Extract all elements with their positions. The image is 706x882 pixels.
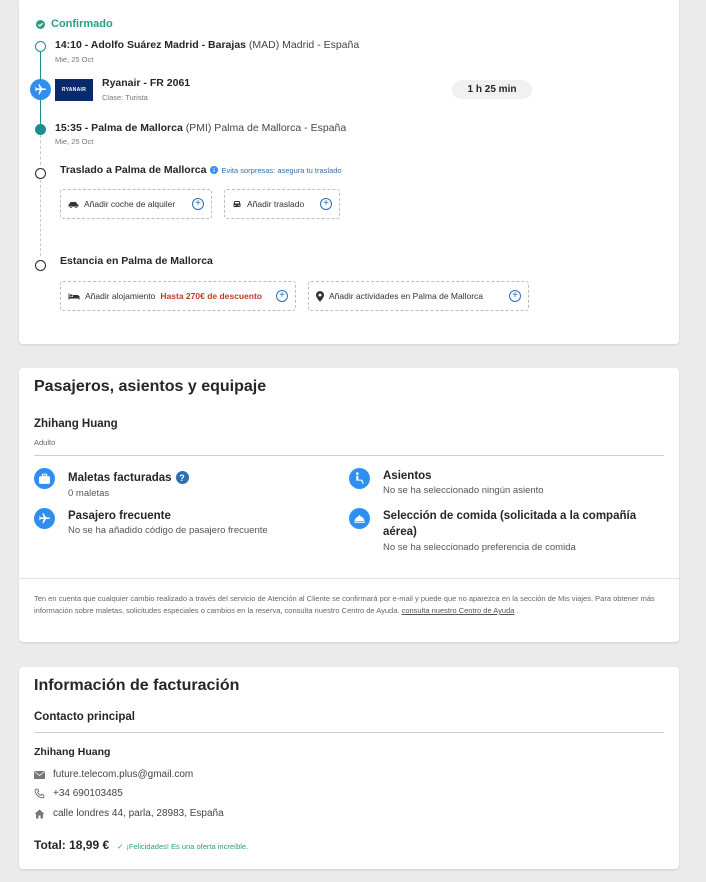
timeline-dashed-line: [40, 180, 41, 256]
add-activities-button[interactable]: Añadir actividades en Palma de Mallorca …: [308, 281, 529, 311]
timeline-dashed-line: [40, 135, 41, 165]
contact-email: future.telecom.plus@gmail.com: [53, 769, 194, 780]
departure-title: 14:10 - Adolfo Suárez Madrid - Barajas (…: [55, 39, 359, 51]
confirmed-status: Confirmado: [36, 18, 113, 30]
add-transfer-button[interactable]: Añadir traslado +: [224, 189, 340, 219]
phone-row: +34 690103485: [34, 788, 123, 799]
location-pin-icon: [316, 290, 324, 302]
plus-icon: +: [320, 198, 332, 210]
suitcase-icon: [34, 468, 55, 489]
seats-title: Asientos: [383, 470, 432, 482]
arrival-time-airport: 15:35 - Palma de Mallorca: [55, 122, 183, 134]
departure-place: (MAD) Madrid - España: [248, 39, 360, 51]
seats-value: No se ha seleccionado ningún asiento: [383, 485, 544, 496]
add-rental-car-label: Añadir coche de alquiler: [84, 199, 176, 209]
add-activities-label: Añadir actividades en Palma de Mallorca: [329, 291, 484, 301]
arrival-node: [35, 124, 46, 135]
email-row: future.telecom.plus@gmail.com: [34, 769, 193, 780]
arrival-place: (PMI) Palma de Mallorca - España: [185, 122, 347, 134]
bed-icon: [68, 292, 80, 300]
add-accommodation-button[interactable]: Añadir alojamiento Hasta 270€ de descuen…: [60, 281, 296, 311]
contact-divider: [34, 732, 664, 733]
plus-icon: +: [276, 290, 288, 302]
transfer-note[interactable]: Evita sorpresas: asegura tu traslado: [210, 165, 342, 175]
passenger-name: Zhihang Huang: [34, 418, 118, 430]
checked-bags-item[interactable]: Maletas facturadas? 0 maletas: [68, 470, 189, 499]
mail-icon: [34, 770, 45, 779]
car-icon: [68, 200, 79, 208]
transfer-note-text: Evita sorpresas: asegura tu traslado: [221, 165, 342, 175]
disclaimer-text: Ten en cuenta que cualquier cambio reali…: [34, 594, 655, 615]
airline-logo: RYANAIR: [55, 79, 93, 101]
plane-icon: [30, 79, 51, 100]
contact-address: calle londres 44, parla, 28983, España: [53, 808, 224, 819]
add-transfer-label: Añadir traslado: [247, 199, 305, 209]
departure-node: [35, 41, 46, 52]
passenger-divider: [34, 455, 664, 456]
meal-icon: [349, 508, 370, 529]
meal-selection-title: Selección de comida (solicitada a la com…: [383, 510, 637, 538]
disclaimer: Ten en cuenta que cualquier cambio reali…: [34, 593, 664, 617]
flight-name: Ryanair - FR 2061: [102, 77, 191, 89]
home-icon: [34, 809, 45, 819]
info-icon: [210, 166, 219, 174]
itinerary-card: Confirmado 14:10 - Adolfo Suárez Madrid …: [19, 0, 679, 344]
arrival-date: Mie, 25 Oct: [55, 137, 94, 146]
help-icon[interactable]: ?: [175, 471, 189, 485]
seat-icon: [349, 468, 370, 489]
help-center-link[interactable]: consulta nuestro Centro de Ayuda: [402, 606, 515, 615]
passengers-card: Pasajeros, asientos y equipaje Zhihang H…: [19, 368, 679, 642]
taxi-icon: [232, 199, 242, 209]
passenger-type: Adulto: [34, 438, 56, 447]
flight-duration-badge: 1 h 25 min: [452, 80, 532, 99]
frequent-flyer-value: No se ha añadido código de pasajero frec…: [68, 525, 268, 536]
meal-selection-value: No se ha seleccionado preferencia de com…: [383, 542, 576, 553]
frequent-flyer-title: Pasajero frecuente: [68, 510, 171, 522]
departure-time-airport: 14:10 - Adolfo Suárez Madrid - Barajas: [55, 39, 246, 51]
plane-icon: [34, 508, 55, 529]
discount-label: Hasta 270€ de descuento: [160, 291, 262, 301]
checked-bags-value: 0 maletas: [68, 488, 110, 499]
total-price: Total: 18,99 €: [34, 838, 110, 852]
arrival-title: 15:35 - Palma de Mallorca (PMI) Palma de…: [55, 122, 346, 134]
add-rental-car-button[interactable]: Añadir coche de alquiler +: [60, 189, 212, 219]
checked-bags-label: Maletas facturadas: [68, 472, 172, 484]
billing-card: Información de facturación Contacto prin…: [19, 667, 679, 869]
plus-icon: +: [192, 198, 204, 210]
meal-selection-item[interactable]: Selección de comida (solicitada a la com…: [383, 508, 673, 553]
plus-icon: +: [509, 290, 521, 302]
contact-phone: +34 690103485: [53, 788, 123, 799]
address-row: calle londres 44, parla, 28983, España: [34, 808, 224, 819]
total-note: ✓ ¡Felicidades! Es una oferta increíble.: [117, 842, 248, 851]
frequent-flyer-item[interactable]: Pasajero frecuente No se ha añadido códi…: [68, 508, 268, 536]
billing-title: Información de facturación: [34, 677, 240, 694]
checked-bags-title: Maletas facturadas?: [68, 470, 189, 486]
transfer-heading: Traslado a Palma de Mallorca Evita sorpr…: [60, 164, 342, 176]
stay-node: [35, 260, 46, 271]
check-icon: ✓: [117, 842, 124, 851]
confirmed-label: Confirmado: [51, 18, 113, 30]
add-accommodation-label: Añadir alojamiento: [85, 291, 156, 301]
departure-date: Mie, 25 Oct: [55, 55, 94, 64]
contact-name: Zhihang Huang: [34, 746, 111, 758]
transfer-title: Traslado a Palma de Mallorca: [60, 164, 207, 176]
passengers-title: Pasajeros, asientos y equipaje: [34, 378, 267, 395]
phone-icon: [34, 788, 45, 799]
total-row: Total: 18,99 € ✓ ¡Felicidades! Es una of…: [34, 838, 248, 852]
section-divider: [19, 578, 679, 579]
contact-heading: Contacto principal: [34, 711, 135, 723]
stay-title: Estancia en Palma de Mallorca: [60, 255, 213, 267]
disclaimer-end: .: [516, 606, 519, 615]
total-note-text: ¡Felicidades! Es una oferta increíble.: [126, 842, 249, 851]
flight-class: Clase: Turista: [102, 93, 148, 102]
seats-item[interactable]: Asientos No se ha seleccionado ningún as…: [383, 468, 544, 496]
transfer-node: [35, 168, 46, 179]
check-circle-icon: [36, 19, 45, 29]
